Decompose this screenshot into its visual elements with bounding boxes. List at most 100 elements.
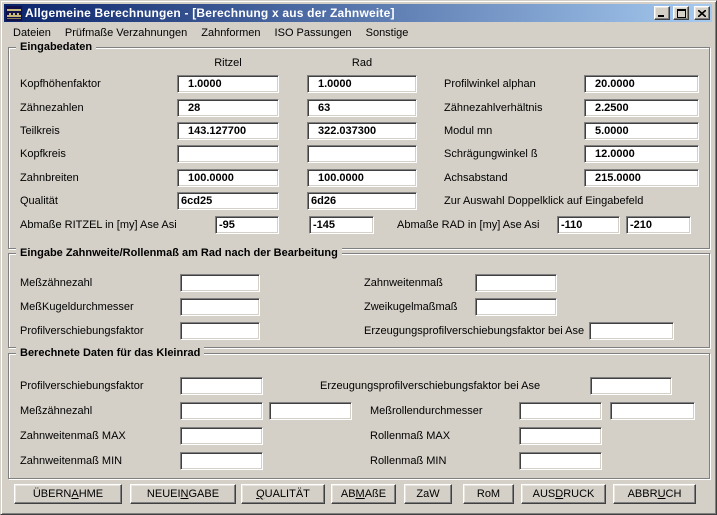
kleinrad-erzeugungsfaktor-field[interactable]	[590, 377, 672, 395]
rom-button[interactable]: RoM	[463, 484, 514, 504]
kleinrad-group: Berechnete Daten für das Kleinrad Profil…	[8, 353, 710, 479]
abbruch-button[interactable]: ABBRUCH	[613, 484, 696, 504]
button-label-post: GABE	[189, 488, 220, 500]
menu-iso-passungen[interactable]: ISO Passungen	[268, 24, 359, 42]
doppelklick-hint: Zur Auswahl Doppelklick auf Eingabefeld	[444, 195, 643, 208]
maximize-icon	[677, 9, 686, 18]
button-label-pre: ABBR	[628, 488, 658, 500]
messkugeldurchmesser-label: MeßKugeldurchmesser	[20, 301, 134, 314]
button-label-post: AßE	[365, 488, 386, 500]
minimize-icon	[658, 9, 666, 17]
zahnbreiten-label: Zahnbreiten	[20, 172, 79, 185]
zahnweitenmass-label: Zahnweitenmaß	[364, 277, 443, 290]
neueingabe-button[interactable]: NEUEINGABE	[130, 484, 236, 504]
kopfhoehenfaktor-ritzel-field[interactable]	[177, 75, 279, 93]
qualitaet-button[interactable]: QUALITÄT	[241, 484, 325, 504]
zahnweitenmass-min-field[interactable]	[180, 452, 263, 470]
gear-icon[interactable]	[6, 6, 22, 21]
zaehnezahlen-ritzel-field[interactable]	[177, 99, 279, 117]
teilkreis-label: Teilkreis	[20, 125, 60, 138]
button-label-key: M	[356, 488, 365, 500]
menubar: Dateien Prüfmaße Verzahnungen Zahnformen…	[5, 23, 712, 43]
teilkreis-ritzel-field[interactable]	[177, 122, 279, 140]
kleinrad-messzaehnezahl-field-1[interactable]	[180, 402, 263, 420]
zahnweitenmass-max-label: Zahnweitenmaß MAX	[20, 430, 126, 443]
kleinrad-messzaehnezahl-field-2[interactable]	[269, 402, 352, 420]
erzeugungsfaktor-field[interactable]	[589, 322, 674, 340]
profilwinkel-field[interactable]	[584, 75, 699, 93]
zahnweitenmass-min-label: Zahnweitenmaß MIN	[20, 455, 122, 468]
qualitaet-rad-field[interactable]	[307, 192, 417, 210]
zweikugelmass-label: Zweikugelmaßmaß	[364, 301, 458, 314]
messrollendurchmesser-field-1[interactable]	[519, 402, 602, 420]
ausdruck-button[interactable]: AUSDRUCK	[521, 484, 606, 504]
menu-pruefmasse-verzahnungen[interactable]: Prüfmaße Verzahnungen	[58, 24, 194, 42]
abmasse-ritzel-asi-field[interactable]	[309, 216, 374, 234]
zaehnezahlen-label: Zähnezahlen	[20, 102, 84, 115]
zweikugelmass-field[interactable]	[475, 298, 557, 316]
abmasse-button[interactable]: ABMAßE	[331, 484, 396, 504]
messrollendurchmesser-label: Meßrollendurchmesser	[370, 405, 482, 418]
kopfhoehenfaktor-rad-field[interactable]	[307, 75, 417, 93]
achsabstand-label: Achsabstand	[444, 172, 508, 185]
messzaehnezahl-field[interactable]	[180, 274, 260, 292]
zahnweitenmass-max-field[interactable]	[180, 427, 263, 445]
button-label-key: A	[71, 488, 78, 500]
button-label-post: UALITÄT	[265, 488, 310, 500]
column-header-ritzel: Ritzel	[177, 57, 279, 69]
zaw-button[interactable]: ZaW	[404, 484, 452, 504]
app-window: Allgemeine Berechnungen - [Berechnung x …	[0, 0, 717, 515]
kopfkreis-label: Kopfkreis	[20, 148, 66, 161]
eingabedaten-group-title: Eingabedaten	[16, 41, 96, 54]
minimize-button[interactable]	[654, 6, 670, 20]
modul-label: Modul mn	[444, 125, 492, 138]
button-label-post: CH	[666, 488, 682, 500]
schraegungswinkel-label: Schrägungwinkel ß	[444, 148, 538, 161]
menu-dateien[interactable]: Dateien	[6, 24, 58, 42]
uebernahme-button[interactable]: ÜBERNAHME	[14, 484, 122, 504]
kopfkreis-rad-field[interactable]	[307, 145, 417, 163]
rollenmass-max-label: Rollenmaß MAX	[370, 430, 450, 443]
button-label-key: D	[555, 488, 563, 500]
zahnweite-group-title: Eingabe Zahnweite/Rollenmaß am Rad nach …	[16, 247, 342, 260]
button-label-pre: AUS	[533, 488, 556, 500]
profilwinkel-label: Profilwinkel alphan	[444, 78, 536, 91]
teilkreis-rad-field[interactable]	[307, 122, 417, 140]
messzaehnezahl-label: Meßzähnezahl	[20, 277, 92, 290]
abmasse-rad-label: Abmaße RAD in [my] Ase Asi	[397, 219, 539, 232]
abmasse-rad-asi-field[interactable]	[626, 216, 691, 234]
zaehnezahlen-rad-field[interactable]	[307, 99, 417, 117]
schraegungswinkel-field[interactable]	[584, 145, 699, 163]
messkugeldurchmesser-field[interactable]	[180, 298, 260, 316]
qualitaet-ritzel-field[interactable]	[177, 192, 279, 210]
profilverschiebungsfaktor-label: Profilverschiebungsfaktor	[20, 325, 144, 338]
abmasse-rad-ase-field[interactable]	[557, 216, 620, 234]
button-label-key: U	[658, 488, 666, 500]
modul-field[interactable]	[584, 122, 699, 140]
kopfkreis-ritzel-field[interactable]	[177, 145, 279, 163]
menu-sonstige[interactable]: Sonstige	[359, 24, 416, 42]
zahnbreiten-ritzel-field[interactable]	[177, 169, 279, 187]
abmasse-ritzel-ase-field[interactable]	[215, 216, 279, 234]
button-label-pre: NEUEI	[147, 488, 181, 500]
button-label-post: RUCK	[563, 488, 594, 500]
messrollendurchmesser-field-2[interactable]	[610, 402, 695, 420]
close-icon	[698, 10, 706, 17]
profilverschiebungsfaktor-field[interactable]	[180, 322, 260, 340]
rollenmass-max-field[interactable]	[519, 427, 602, 445]
column-header-rad: Rad	[307, 57, 417, 69]
rollenmass-min-field[interactable]	[519, 452, 602, 470]
kleinrad-profilverschiebungsfaktor-field[interactable]	[180, 377, 263, 395]
close-button[interactable]	[694, 6, 710, 20]
kleinrad-group-title: Berechnete Daten für das Kleinrad	[16, 347, 204, 360]
maximize-button[interactable]	[673, 6, 689, 20]
zaehnezahlverhaeltnis-field[interactable]	[584, 99, 699, 117]
button-label-key: Q	[256, 488, 265, 500]
menu-zahnformen[interactable]: Zahnformen	[194, 24, 267, 42]
zahnweitenmass-field[interactable]	[475, 274, 557, 292]
titlebar[interactable]: Allgemeine Berechnungen - [Berechnung x …	[4, 4, 712, 22]
erzeugungsfaktor-label: Erzeugungsprofilverschiebungsfaktor bei …	[364, 325, 584, 338]
achsabstand-field[interactable]	[584, 169, 699, 187]
button-label-pre: ÜBERN	[33, 488, 72, 500]
zahnbreiten-rad-field[interactable]	[307, 169, 417, 187]
